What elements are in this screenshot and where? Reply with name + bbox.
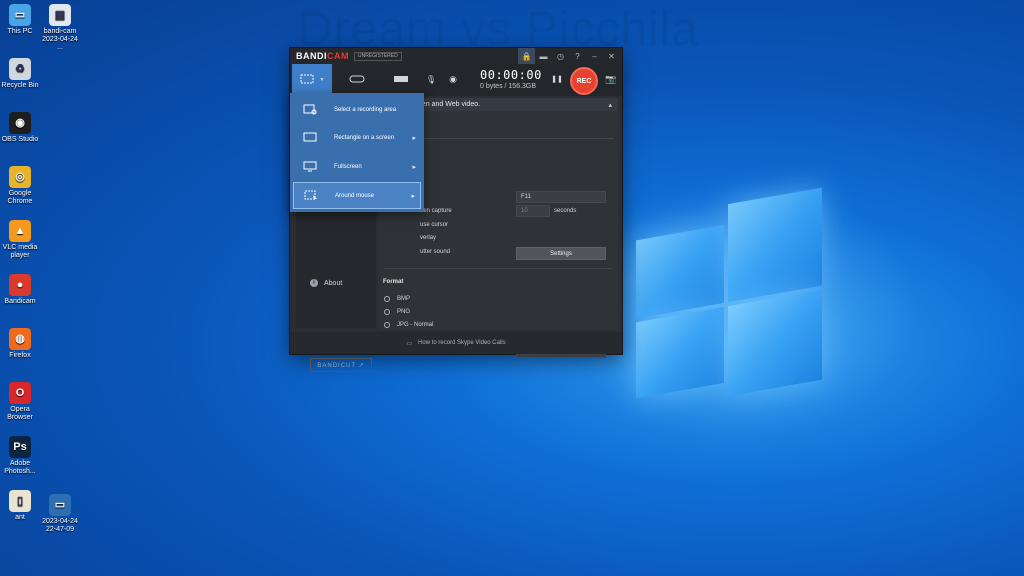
collapse-icon[interactable]: ▴	[608, 101, 612, 109]
windows-logo	[636, 187, 822, 411]
bandicut-button[interactable]: BANDICUT ↗	[310, 358, 372, 372]
desktop-icon-label: 2023-04-24 22-47-09	[42, 518, 78, 533]
desktop-icon-label: This PC	[7, 28, 33, 35]
lock-icon[interactable]: 🔒	[518, 48, 535, 64]
toolbar: ▾ 🎙 ◉ 00:00:00 0 bytes / 156.3GB ❚❚ REC …	[290, 64, 622, 96]
webcam-icon[interactable]: ◉	[442, 64, 464, 94]
game-mode-button[interactable]	[336, 64, 378, 94]
desktop-icon-image: ♻	[9, 58, 31, 80]
pause-icon[interactable]: ❚❚	[551, 64, 563, 94]
timer: 00:00:00	[480, 68, 542, 82]
hdmi-icon	[394, 76, 408, 82]
desktop-icon[interactable]: ▯ ant	[0, 490, 40, 522]
desktop-icon[interactable]: ◉ OBS Studio	[0, 112, 40, 144]
radio-icon	[384, 322, 390, 328]
menu-item-around-mouse[interactable]: Around mouse ▸	[293, 182, 421, 209]
desktop-icon-image: ▭	[49, 494, 71, 516]
desktop-icon-image: ▭	[9, 4, 31, 26]
shutter-label: utter sound	[420, 249, 451, 255]
around-mouse-icon	[304, 190, 318, 201]
close-button[interactable]: ✕	[603, 48, 620, 64]
capture-label: een capture	[420, 208, 452, 214]
desktop-icon-label: Firefox	[9, 352, 31, 359]
gamepad-icon	[349, 75, 365, 83]
desktop-icon[interactable]: ▲ VLC media player	[0, 220, 40, 260]
minimize-button[interactable]: –	[586, 48, 603, 64]
desktop-icon-label: VLC media player	[2, 244, 38, 259]
desktop-icon[interactable]: Ps Adobe Photosh...	[0, 436, 40, 476]
chevron-down-icon: ▾	[320, 76, 324, 83]
desktop-icon[interactable]: O Opera Browser	[0, 382, 40, 422]
desktop-icon[interactable]: ● Bandicam	[0, 274, 40, 306]
title-bar: BANDICAM UNREGISTERED 🔒 ▬ ◷ ? – ✕	[290, 48, 622, 64]
settings-button[interactable]: Settings	[516, 247, 606, 260]
desktop-icon-label: bandi-cam 2023-04-24 ...	[42, 28, 78, 51]
cursor-label: use cursor	[420, 222, 449, 228]
desktop-icon[interactable]: ♻ Recycle Bin	[0, 58, 40, 90]
desktop-icon[interactable]: ▭ 2023-04-24 22-47-09	[40, 494, 80, 534]
help-icon[interactable]: ?	[569, 48, 586, 64]
desktop-icon-image: ◎	[9, 166, 31, 188]
bandicam-logo: BANDICAM	[296, 51, 349, 61]
info-icon: i	[310, 279, 318, 287]
desktop-icon-image: Ps	[9, 436, 31, 458]
microphone-icon[interactable]: 🎙	[426, 64, 436, 94]
chevron-right-icon: ▸	[412, 134, 416, 142]
menu-item-select-area[interactable]: Select a recording area	[293, 96, 421, 123]
desktop-icon-label: ant	[15, 514, 25, 521]
desktop-icon[interactable]: ◍ Firefox	[0, 328, 40, 360]
seconds-label: seconds	[554, 208, 577, 214]
desktop-icon-image: ▯	[9, 490, 31, 512]
screen-mode-button[interactable]: ▾	[292, 64, 332, 94]
rectangle-icon	[303, 132, 317, 143]
desktop-icon[interactable]: ◎ Google Chrome	[0, 166, 40, 206]
sidebar-item-about[interactable]: i About	[310, 279, 342, 287]
recording-mode-dropdown: Select a recording area Rectangle on a s…	[290, 93, 424, 212]
menu-item-fullscreen[interactable]: Fullscreen ▸	[293, 153, 421, 180]
format-radio-option[interactable]: BMP	[384, 296, 410, 302]
folder-icon[interactable]: ▬	[535, 48, 552, 64]
rectangle-select-icon	[300, 74, 314, 83]
clock-icon[interactable]: ◷	[552, 48, 569, 64]
chat-icon: ▭	[406, 340, 413, 347]
desktop-icon-label: Google Chrome	[7, 190, 33, 205]
chevron-right-icon: ▸	[412, 163, 416, 171]
overlay-label: verlay	[420, 235, 437, 241]
desktop-icon-image: ◍	[9, 328, 31, 350]
monitor-icon	[303, 161, 317, 172]
desktop-icon-image: O	[9, 382, 31, 404]
hotkey-field[interactable]: F11	[516, 191, 606, 203]
desktop-icon[interactable]: ▭ This PC	[0, 4, 40, 36]
desktop-icon-image: ▤	[49, 4, 71, 26]
desktop-icon-image: ●	[9, 274, 31, 296]
desktop-icon[interactable]: ▤ bandi-cam 2023-04-24 ...	[40, 4, 80, 52]
desktop-icon-label: Opera Browser	[7, 406, 33, 421]
camera-icon[interactable]: 📷	[604, 64, 618, 94]
desktop-icon-image: ▲	[9, 220, 31, 242]
format-radio-option[interactable]: JPG - Normal	[384, 322, 433, 328]
desktop-icon-label: Recycle Bin	[1, 82, 39, 89]
desktop-icon-image: ◉	[9, 112, 31, 134]
radio-icon	[384, 296, 390, 302]
desktop-icon-label: OBS Studio	[1, 136, 39, 143]
file-size: 0 bytes / 156.3GB	[480, 83, 537, 90]
desktop-icon-label: Bandicam	[4, 298, 36, 305]
chevron-right-icon: ▸	[411, 192, 415, 200]
radio-icon	[384, 309, 390, 315]
select-area-icon	[303, 104, 317, 115]
record-button[interactable]: REC	[570, 67, 598, 95]
device-mode-button[interactable]	[380, 64, 422, 94]
capture-seconds-field[interactable]: 10	[516, 205, 550, 217]
menu-item-rectangle[interactable]: Rectangle on a screen ▸	[293, 124, 421, 151]
format-radio-option[interactable]: PNG	[384, 309, 410, 315]
footer-link[interactable]: ▭ How to record Skype Video Calls	[290, 332, 622, 354]
unregistered-badge: UNREGISTERED	[354, 51, 402, 61]
desktop-icon-label: Adobe Photosh...	[4, 460, 36, 475]
format-title: Format	[383, 279, 404, 285]
